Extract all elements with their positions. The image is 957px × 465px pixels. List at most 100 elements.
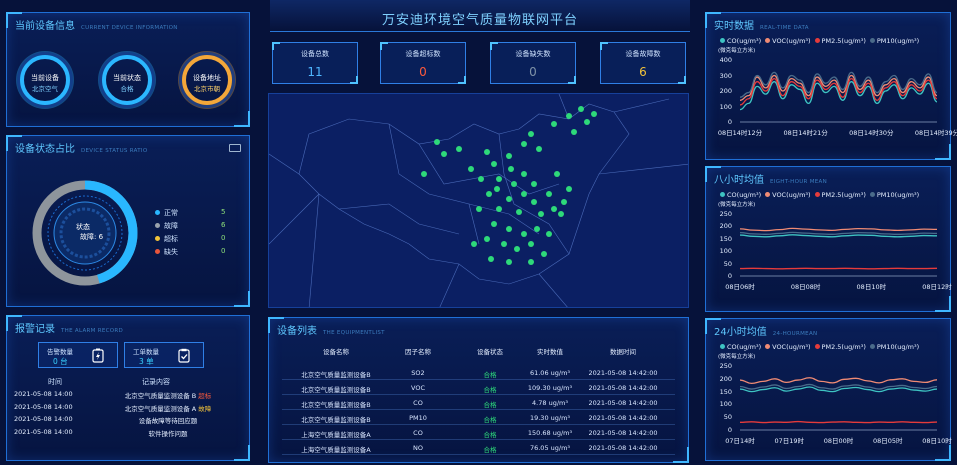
x-tick-label: 07日19时	[774, 437, 805, 445]
status-label: 缺失	[164, 248, 178, 256]
panel-title: 当前设备信息 CURRENT DEVICE INFORMATION	[15, 21, 178, 32]
device-ring-label: 当前状态	[113, 74, 141, 82]
alarm-content-text: 软件操作问题	[148, 429, 188, 438]
device-ring-label: 当前设备	[31, 74, 59, 82]
legend-label: PM2.5(ug/m³)	[821, 343, 866, 351]
status-count: 0	[221, 247, 226, 255]
table-cell: 北京空气质量监测设备B	[301, 416, 371, 424]
legend-dot	[765, 344, 771, 349]
table-header-cell: 因子名称	[405, 348, 431, 356]
table-cell: 76.05 ug/m³	[529, 444, 571, 452]
device-ring-value: 合格	[120, 85, 134, 93]
legend-label: CO(ug/m³)	[727, 191, 762, 199]
legend-dot	[720, 344, 725, 349]
table-cell: CO	[413, 399, 423, 407]
stat-card-1: 设备总数 11	[272, 42, 358, 84]
donut-center-label: 状态	[76, 223, 90, 231]
legend-dot	[814, 344, 820, 349]
x-tick-label: 08日12时	[922, 283, 952, 291]
alarm-col-content: 记录内容	[142, 378, 170, 386]
legend-label: PM10(ug/m³)	[876, 343, 920, 351]
panel-title: 设备状态占比 DEVICE STATUS RATIO	[15, 144, 148, 155]
x-tick-label: 08日14时39分	[914, 129, 957, 137]
table-row[interactable]: 上海空气质量监测设备A NO 合格 76.05 ug/m³ 2021-05-08 14:…	[282, 441, 675, 455]
y-tick-label: 150	[719, 387, 732, 396]
stat-card-3: 设备缺失数 0	[490, 42, 576, 84]
table-cell: 2021-05-08 14:42:00	[588, 384, 658, 392]
table-cell: NO	[413, 444, 423, 452]
x-tick-label: 08日05时	[872, 437, 903, 445]
table-header-cell: 数据时间	[610, 348, 636, 356]
legend-dot	[869, 192, 875, 197]
alarm-count-value: 0 台	[53, 357, 68, 366]
legend-label: PM10(ug/m³)	[876, 37, 920, 45]
table-header-cell: 实时数值	[537, 348, 563, 356]
status-label: 故障	[164, 222, 178, 230]
table-row[interactable]: 北京空气质量监测设备B CO 合格 4.78 ug/m³ 2021-05-08 14:4…	[282, 396, 675, 410]
stat-card-2: 设备超标数 0	[380, 42, 466, 84]
clipboard-check-icon	[178, 348, 190, 363]
alarm-time: 2021-05-08 14:00	[14, 415, 73, 423]
alarm-tag: 超标	[198, 392, 212, 400]
device-markers	[421, 106, 597, 265]
alarm-count-box: 告警数量 0 台	[38, 342, 118, 368]
legend-label: VOC(ug/m³)	[772, 343, 811, 351]
stat-label: 设备总数	[301, 50, 329, 58]
table-row[interactable]: 上海空气质量监测设备A CO 合格 150.68 ug/m³ 2021-05-08 14…	[282, 426, 675, 440]
stat-label: 设备缺失数	[515, 50, 551, 58]
page-title: 万安迪环境空气质量物联网平台	[381, 13, 578, 28]
device-ring-value: 北京空气	[32, 85, 58, 93]
stat-value: 6	[639, 65, 647, 79]
panel-title: 24小时均值 24-HOURMEAN	[714, 327, 818, 338]
device-ring-text: 设备地址 北京市朝	[186, 73, 228, 95]
table-cell: 2021-05-08 14:42:00	[588, 444, 658, 452]
ticket-count-box: 工单数量 3 单	[124, 342, 204, 368]
x-tick-label: 08日14时30分	[849, 129, 894, 137]
map-panel	[268, 93, 689, 308]
x-tick-label: 08日08时	[790, 283, 821, 291]
table-cell: CO	[413, 429, 423, 437]
realtime-panel: 实时数据 REAL-TIME DATA	[705, 12, 951, 160]
y-tick-label: 400	[719, 56, 732, 64]
status-legend-item: 超标 0	[155, 234, 225, 244]
chart-legend: CO(ug/m³) VOC(ug/m³) PM2.5(ug/m³) PM10(ug/m…	[716, 37, 919, 45]
stat-value: 0	[529, 65, 537, 79]
table-header-cell: 设备名称	[323, 348, 349, 356]
monitor-icon	[229, 144, 241, 152]
alarm-time: 2021-05-08 14:00	[14, 427, 73, 436]
x-tick-label: 08日14时12分	[717, 129, 763, 137]
table-cell: 61.06 ug/m³	[529, 369, 571, 377]
y-tick-label: 0	[727, 118, 732, 126]
status-count: 6	[221, 221, 226, 229]
table-row[interactable]: 北京空气质量监测设备B VOC 合格 109.30 ug/m³ 2021-05-08 1…	[282, 381, 675, 395]
battery-charge-icon	[92, 348, 104, 363]
x-tick-label: 08日00时	[823, 437, 854, 445]
table-cell: 109.30 ug/m³	[527, 384, 573, 392]
table-row[interactable]: 北京空气质量监测设备B SO2 合格 61.06 ug/m³ 2021-05-08 14…	[282, 366, 675, 380]
y-tick-label: 200	[719, 374, 732, 383]
y-unit-label: (微克每立方米)	[718, 48, 756, 54]
device-ring-text: 当前设备 北京空气	[24, 73, 66, 95]
table-row[interactable]: 北京空气质量监测设备B PM10 合格 19.30 ug/m³ 2021-05-08 1…	[282, 411, 675, 425]
chart-legend: CO(ug/m³) VOC(ug/m³) PM2.5(ug/m³) PM10(ug/m…	[716, 191, 919, 199]
status-label: 正常	[164, 209, 178, 217]
y-tick-label: 100	[719, 102, 732, 111]
legend-dot	[765, 38, 771, 43]
x-tick-label: 08日06时	[725, 283, 755, 291]
y-tick-label: 50	[723, 259, 732, 268]
y-tick-label: 200	[719, 222, 732, 231]
stat-label: 设备故障数	[625, 50, 661, 58]
panel-title: 八小时均值 EIGHT-HOUR MEAN	[714, 175, 827, 186]
table-cell: 上海空气质量监测设备A	[301, 446, 371, 454]
table-cell: 2021-05-08 14:42:00	[588, 429, 658, 437]
device-ring-3: 设备地址 北京市朝	[182, 55, 232, 105]
x-tick-label: 08日10时	[856, 283, 887, 291]
status-count: 0	[221, 234, 226, 242]
legend-dot	[869, 344, 875, 349]
table-cell: 150.68 ug/m³	[527, 429, 573, 437]
table-cell: 2021-05-08 14:42:00	[588, 414, 658, 422]
alarm-tag: 故障	[198, 404, 212, 413]
y-tick-label: 0	[727, 426, 732, 434]
table-cell: 2021-05-08 14:42:00	[588, 369, 658, 377]
device-ring-label: 设备地址	[193, 74, 221, 82]
